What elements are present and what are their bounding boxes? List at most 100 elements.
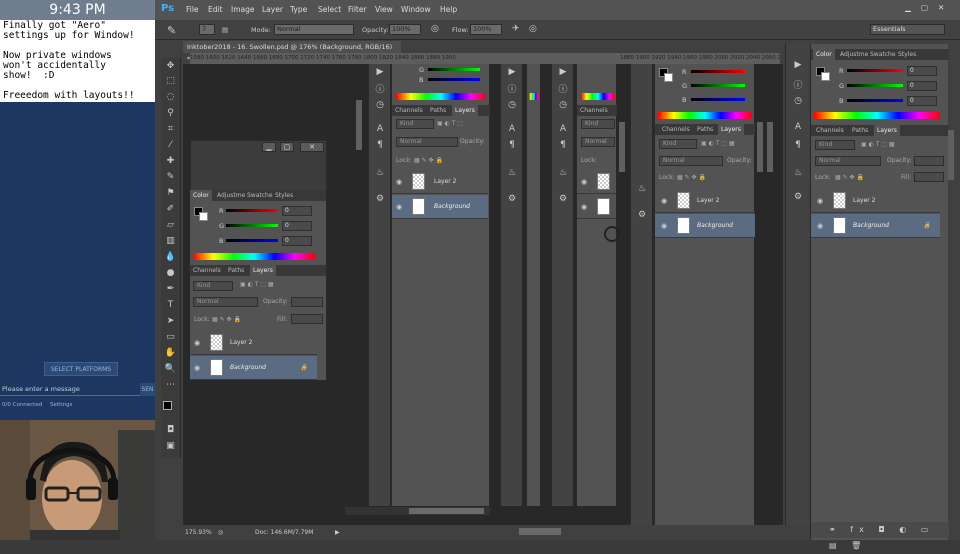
minimize-icon[interactable]: ▁ <box>905 3 911 12</box>
history-icon[interactable]: ◷ <box>791 96 805 106</box>
filter-icons-4[interactable]: ▣ ◐ T ⬚ ▦ <box>701 140 735 147</box>
close-icon[interactable]: ✕ <box>938 3 944 12</box>
zoom-tool-icon[interactable]: 🔍 <box>164 363 177 375</box>
brush-size-field[interactable]: 7 <box>199 24 215 35</box>
r-value[interactable]: 0 <box>282 206 312 216</box>
visibility-eye-icon[interactable]: ◉ <box>817 189 823 213</box>
history-icon[interactable]: ◷ <box>505 100 519 110</box>
visibility-eye-icon[interactable]: ◉ <box>194 356 200 380</box>
info-icon[interactable]: ⓘ <box>505 82 519 95</box>
send-button[interactable]: SEN <box>140 383 155 396</box>
visibility-eye-icon[interactable]: ◉ <box>396 170 402 194</box>
layer-row-background-1[interactable]: ◉ Background <box>392 195 488 219</box>
kind-filter-dropdown-right[interactable]: Kind <box>815 140 855 150</box>
character-icon[interactable]: A <box>556 124 570 134</box>
character-icon[interactable]: A <box>791 122 805 132</box>
layer-row-layer2[interactable]: ◉ Layer 2 <box>190 331 317 355</box>
color-spectrum-4[interactable] <box>658 112 752 119</box>
layer-row-layer2-4[interactable]: ◉ Layer 2 <box>655 189 755 213</box>
brush-preset-icon[interactable]: ♨ <box>635 184 649 194</box>
visibility-eye-icon[interactable]: ◉ <box>194 331 200 355</box>
layer-footer-icons[interactable]: ⚭ fx ◘ ◐ ▭ ▤ 🗑 <box>811 522 949 550</box>
color-spectrum[interactable] <box>193 253 315 260</box>
blend-mode-dropdown-4[interactable]: Normal <box>659 156 723 166</box>
menu-filter[interactable]: Filter <box>348 5 367 14</box>
chat-message-input[interactable]: Please enter a message <box>0 383 140 396</box>
paragraph-icon[interactable]: ¶ <box>556 140 570 150</box>
hand-tool-icon[interactable]: ✋ <box>164 347 177 359</box>
paragraph-icon[interactable]: ¶ <box>791 140 805 150</box>
tab-styles[interactable]: Styles <box>272 190 296 201</box>
settings-link[interactable]: Settings <box>50 402 73 408</box>
menu-select[interactable]: Select <box>318 5 341 14</box>
menu-help[interactable]: Help <box>440 5 457 14</box>
tab-paths-right[interactable]: Paths <box>849 125 871 136</box>
tab-layers-1[interactable]: Layers <box>452 105 478 116</box>
kind-filter-dropdown[interactable]: Kind <box>193 281 233 291</box>
visibility-eye-icon[interactable]: ◉ <box>661 214 667 238</box>
tab-channels-right[interactable]: Channels <box>813 125 847 136</box>
status-arrow-icon[interactable]: ▶ <box>335 525 340 540</box>
tab-layers-4[interactable]: Layers <box>718 124 744 135</box>
brush-preset-icon[interactable]: ♨ <box>791 168 805 178</box>
mode-dropdown[interactable]: Normal <box>274 24 354 35</box>
properties-icon[interactable]: ⚙ <box>791 192 805 202</box>
tab-paths-1[interactable]: Paths <box>427 105 449 116</box>
pressure-size-icon[interactable]: ◎ <box>529 24 537 34</box>
opacity-field[interactable]: 100% <box>389 24 421 35</box>
paragraph-icon[interactable]: ¶ <box>373 140 387 150</box>
layer-row-background[interactable]: ◉ Background 🔒 <box>190 356 317 380</box>
play-icon[interactable]: ▶ <box>556 67 570 77</box>
status-icon[interactable]: ◎ <box>218 525 223 540</box>
visibility-eye-icon[interactable]: ◉ <box>581 170 587 194</box>
workspace-dropdown[interactable]: Essentials <box>870 24 945 35</box>
tab-swatches-right[interactable]: Swatche <box>867 49 899 60</box>
history-brush-icon[interactable]: ✐ <box>164 203 177 215</box>
properties-icon[interactable]: ⚙ <box>373 194 387 204</box>
b-slider-4[interactable] <box>691 98 745 101</box>
canvas-vertical-scrollbar[interactable] <box>356 100 362 150</box>
float-minimize-button[interactable]: ▁ <box>262 142 276 152</box>
eraser-tool-icon[interactable]: ▱ <box>164 219 177 231</box>
brush-preset-icon[interactable]: ♨ <box>505 168 519 178</box>
color-bg-swatch-4[interactable] <box>664 73 673 82</box>
filter-icons-right[interactable]: ▣ ◐ T ⬚ ▦ <box>861 141 895 148</box>
tab-swatches[interactable]: Swatche <box>244 190 276 201</box>
character-icon[interactable]: A <box>373 124 387 134</box>
color-spectrum-right[interactable] <box>814 112 940 119</box>
tab-channels-3[interactable]: Channels <box>577 105 611 116</box>
info-icon[interactable]: ⓘ <box>791 78 805 91</box>
g-slider-4[interactable] <box>691 84 745 87</box>
properties-icon[interactable]: ⚙ <box>505 194 519 204</box>
filter-icons[interactable]: ▣ ◐ T ⬚ ▦ <box>240 281 274 288</box>
brush-preset-icon[interactable]: ♨ <box>373 168 387 178</box>
brush-preset-icon[interactable]: ♨ <box>556 168 570 178</box>
tab-paths-4[interactable]: Paths <box>694 124 716 135</box>
color-spectrum-3[interactable] <box>581 93 615 100</box>
layer-fill-field-right[interactable] <box>914 172 944 182</box>
visibility-eye-icon[interactable]: ◉ <box>581 195 587 219</box>
layer-opacity-field-right[interactable] <box>914 156 944 166</box>
zoom-level[interactable]: 175.93% <box>185 525 212 540</box>
eyedropper-tool-icon[interactable]: ⁄ <box>164 139 177 151</box>
layer-row-background-right[interactable]: ◉ Background 🔒 <box>811 214 940 238</box>
gradient-tool-icon[interactable]: ▥ <box>164 235 177 247</box>
b-slider[interactable] <box>226 239 278 242</box>
g-slider-1[interactable] <box>428 68 480 71</box>
column-scrollbar-4[interactable] <box>757 122 763 172</box>
g-value-right[interactable]: 0 <box>907 81 937 91</box>
column-scrollbar-4b[interactable] <box>767 122 773 172</box>
move-tool-icon[interactable]: ✥ <box>164 60 177 72</box>
color-spectrum-1[interactable] <box>396 93 486 100</box>
menu-type[interactable]: Type <box>290 5 307 14</box>
lock-icons[interactable]: ▦ ✎ ✥ 🔒 <box>212 316 241 323</box>
layer-row-background-4[interactable]: ◉ Background <box>655 214 755 238</box>
tab-channels[interactable]: Channels <box>190 265 224 276</box>
menu-layer[interactable]: Layer <box>262 5 283 14</box>
brush-panel-icon[interactable]: ▤ <box>222 26 228 34</box>
b-value-right[interactable]: 0 <box>907 96 937 106</box>
dodge-tool-icon[interactable]: ● <box>164 267 177 279</box>
maximize-icon[interactable]: ▢ <box>921 3 928 12</box>
foreground-color-swatch[interactable] <box>163 401 172 410</box>
marquee-tool-icon[interactable]: ⬚ <box>164 75 177 87</box>
